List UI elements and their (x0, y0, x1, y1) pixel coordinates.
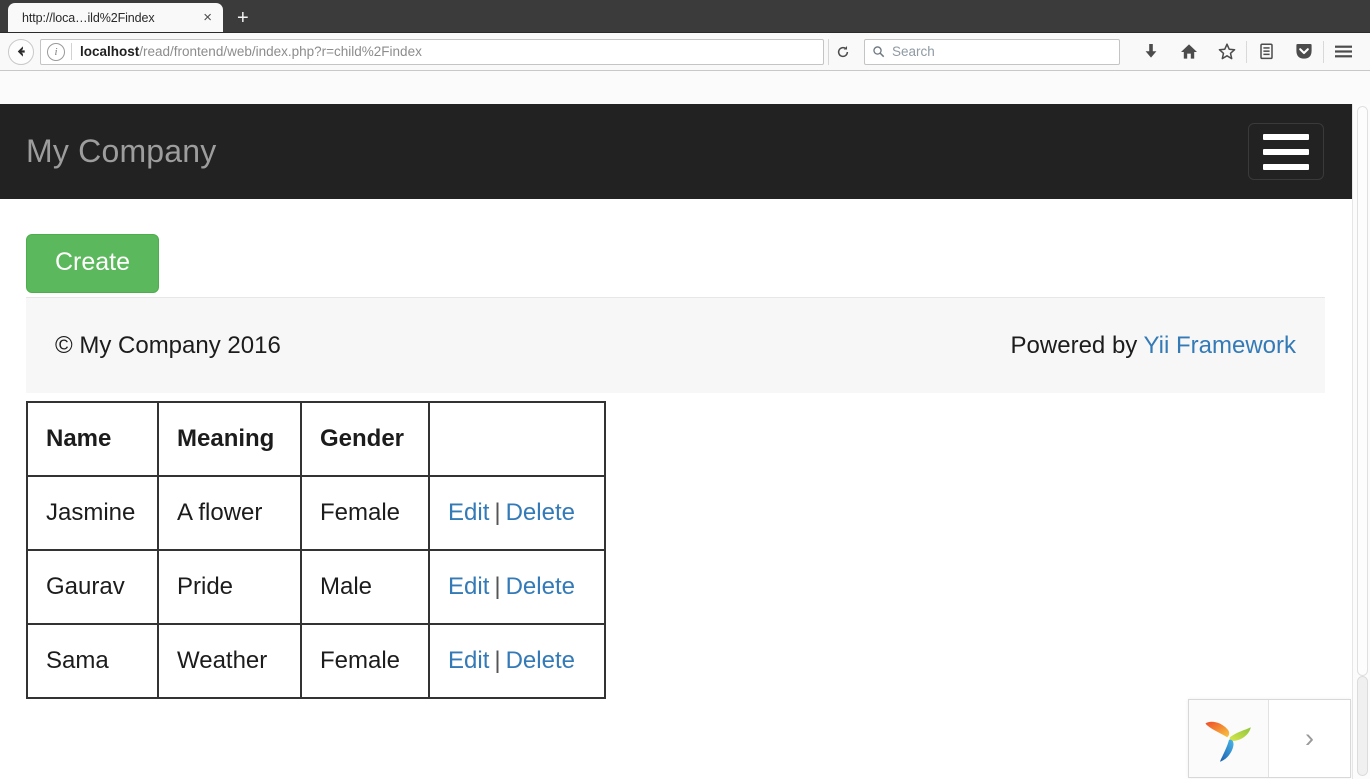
expand-chevron-icon[interactable]: › (1269, 700, 1350, 777)
column-header-gender: Gender (300, 401, 430, 477)
toolbar-underline (0, 71, 1370, 104)
cell-meaning: Weather (157, 623, 302, 699)
chat-widget[interactable]: › (1188, 699, 1351, 778)
edit-link[interactable]: Edit (448, 647, 489, 674)
back-icon[interactable] (8, 38, 34, 65)
url-text: localhost/read/frontend/web/index.php?r=… (80, 44, 422, 59)
cell-gender: Female (300, 475, 430, 551)
cell-meaning: A flower (157, 475, 302, 551)
browser-window: http://loca…ild%2Findex × + i localhost/… (0, 0, 1370, 779)
cell-meaning: Pride (157, 549, 302, 625)
data-table: Name Meaning Gender Jasmine A flower Fem… (26, 401, 606, 699)
table-row: Gaurav Pride Male Edit | Delete (26, 549, 606, 625)
edit-link[interactable]: Edit (448, 573, 489, 600)
cell-actions: Edit | Delete (428, 623, 606, 699)
scrollbar-thumb[interactable] (1357, 106, 1368, 676)
site-info-icon[interactable]: i (47, 42, 65, 61)
footer-powered-by: Powered by Yii Framework (1011, 332, 1296, 360)
column-header-meaning: Meaning (157, 401, 302, 477)
scrollbar-thumb-lower[interactable] (1357, 676, 1368, 776)
browser-toolbar: i localhost/read/frontend/web/index.php?… (0, 33, 1370, 71)
site-brand[interactable]: My Company (26, 133, 217, 170)
column-header-actions (428, 401, 606, 477)
url-divider (71, 43, 72, 60)
table-header-row: Name Meaning Gender (26, 401, 606, 477)
pocket-icon[interactable] (1285, 37, 1323, 67)
cell-name: Jasmine (26, 475, 159, 551)
search-icon (873, 46, 885, 58)
delete-link[interactable]: Delete (506, 499, 575, 526)
search-placeholder: Search (892, 44, 935, 59)
powered-prefix: Powered by (1010, 331, 1144, 359)
new-tab-button[interactable]: + (223, 8, 261, 33)
cell-actions: Edit | Delete (428, 549, 606, 625)
hamburger-bar-3 (1263, 163, 1309, 170)
navbar-toggle-button[interactable] (1248, 123, 1324, 180)
cell-gender: Male (300, 549, 430, 625)
page-footer: © My Company 2016 Powered by Yii Framewo… (26, 297, 1325, 393)
home-icon[interactable] (1170, 37, 1208, 67)
zoho-petals-logo (1189, 700, 1269, 777)
action-separator: | (494, 647, 501, 674)
delete-link[interactable]: Delete (506, 647, 575, 674)
footer-copyright: © My Company 2016 (55, 331, 281, 359)
page-scrollbar[interactable] (1352, 104, 1370, 779)
url-host: localhost (80, 44, 140, 59)
hamburger-bar-2 (1263, 148, 1309, 155)
menu-hamburger-icon[interactable] (1324, 37, 1362, 67)
action-separator: | (494, 499, 501, 526)
table-body: Jasmine A flower Female Edit | Delete Gaur… (26, 475, 606, 699)
toolbar-icon-group (1132, 37, 1362, 67)
action-separator: | (494, 573, 501, 600)
search-input[interactable]: Search (864, 38, 1120, 65)
table-row: Jasmine A flower Female Edit | Delete (26, 475, 606, 551)
tab-title: http://loca…ild%2Findex (22, 11, 155, 25)
downloads-icon[interactable] (1132, 37, 1170, 67)
library-icon[interactable] (1247, 37, 1285, 67)
browser-tab[interactable]: http://loca…ild%2Findex × (8, 3, 223, 33)
yii-framework-link[interactable]: Yii Framework (1144, 332, 1296, 359)
page-viewport: My Company Create © My Company 2016 Powe… (0, 104, 1370, 779)
reload-icon[interactable] (828, 38, 856, 65)
delete-link[interactable]: Delete (506, 573, 575, 600)
site-navbar: My Company (0, 104, 1352, 199)
edit-link[interactable]: Edit (448, 499, 489, 526)
create-button[interactable]: Create (26, 234, 160, 293)
page-body: My Company Create © My Company 2016 Powe… (0, 104, 1352, 699)
url-bar[interactable]: i localhost/read/frontend/web/index.php?… (40, 38, 824, 65)
cell-name: Gaurav (26, 549, 159, 625)
content-container: Create (0, 199, 1352, 293)
cell-name: Sama (26, 623, 159, 699)
tab-strip: http://loca…ild%2Findex × + (0, 0, 1370, 33)
url-path: /read/frontend/web/index.php?r=child%2Fi… (139, 44, 422, 59)
table-row: Sama Weather Female Edit | Delete (26, 623, 606, 699)
close-icon[interactable]: × (197, 10, 215, 27)
hamburger-bar-1 (1263, 133, 1309, 140)
bookmark-star-icon[interactable] (1208, 37, 1246, 67)
cell-gender: Female (300, 623, 430, 699)
cell-actions: Edit | Delete (428, 475, 606, 551)
table-head: Name Meaning Gender (26, 401, 606, 477)
column-header-name: Name (26, 401, 159, 477)
